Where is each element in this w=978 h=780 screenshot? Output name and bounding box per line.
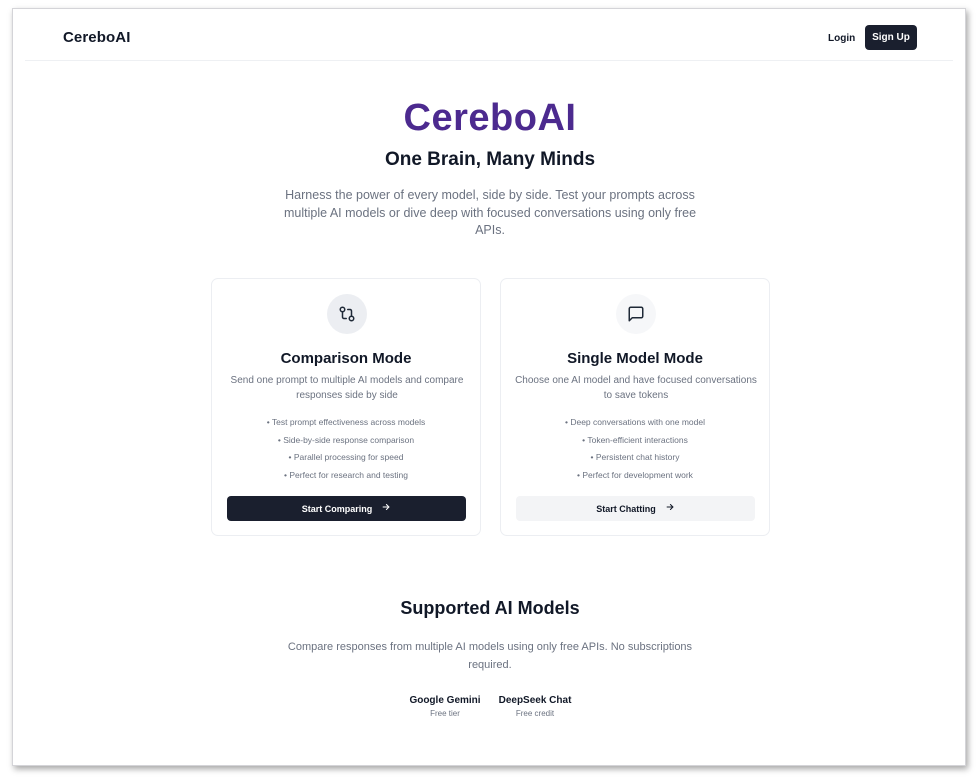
model-name: DeepSeek Chat [498, 695, 572, 706]
feature-item: • Side-by-side response comparison [277, 434, 415, 445]
feature-list: • Test prompt effectiveness across model… [212, 414, 480, 484]
arrow-right-icon [381, 502, 391, 515]
model-name: Google Gemini [409, 695, 481, 706]
hero-description: Harness the power of every model, side b… [283, 188, 697, 237]
feature-item: • Parallel processing for speed [288, 452, 404, 462]
feature-item: • Persistent chat history [590, 452, 680, 462]
brand-logo[interactable]: CereboAI [63, 29, 130, 46]
card-description: Choose one AI model and have focused con… [515, 375, 757, 401]
supported-models-description: Compare responses from multiple AI model… [287, 641, 693, 671]
button-label: Start Comparing [301, 503, 373, 514]
signup-button[interactable]: Sign Up [865, 25, 917, 50]
hero-title: CereboAI [403, 97, 577, 139]
supported-models-title: Supported AI Models [400, 598, 580, 618]
card-description: Send one prompt to multiple AI models an… [230, 375, 464, 401]
model-note: Free tier [430, 709, 460, 718]
single-model-mode-card: Single Model Mode Choose one AI model an… [500, 278, 770, 536]
chat-bubble-icon [616, 294, 656, 334]
feature-item: • Perfect for research and testing [284, 469, 408, 480]
button-label: Start Chatting [596, 503, 656, 514]
model-note: Free credit [515, 709, 555, 718]
feature-item: • Perfect for development work [577, 469, 693, 480]
login-link[interactable]: Login [828, 33, 855, 44]
top-navbar: CereboAI Login Sign Up [25, 9, 953, 61]
card-title: Single Model Mode [567, 350, 703, 367]
card-title: Comparison Mode [280, 350, 412, 367]
feature-item: • Token-efficient interactions [582, 434, 688, 445]
model-google-gemini: Google Gemini Free tier [409, 695, 481, 718]
feature-item: • Test prompt effectiveness across model… [266, 417, 426, 427]
model-deepseek-chat: DeepSeek Chat Free credit [497, 695, 573, 718]
feature-list: • Deep conversations with one model • To… [501, 414, 769, 484]
comparison-mode-card: Comparison Mode Send one prompt to multi… [211, 278, 481, 536]
start-chatting-button[interactable]: Start Chatting [516, 496, 755, 521]
git-compare-icon [327, 294, 367, 334]
start-comparing-button[interactable]: Start Comparing [227, 496, 466, 521]
feature-item: • Deep conversations with one model [565, 417, 705, 427]
arrow-right-icon [665, 502, 675, 515]
hero-subtitle: One Brain, Many Minds [384, 149, 596, 170]
browser-frame: CereboAI Login Sign Up CereboAI One Brai… [12, 8, 966, 766]
